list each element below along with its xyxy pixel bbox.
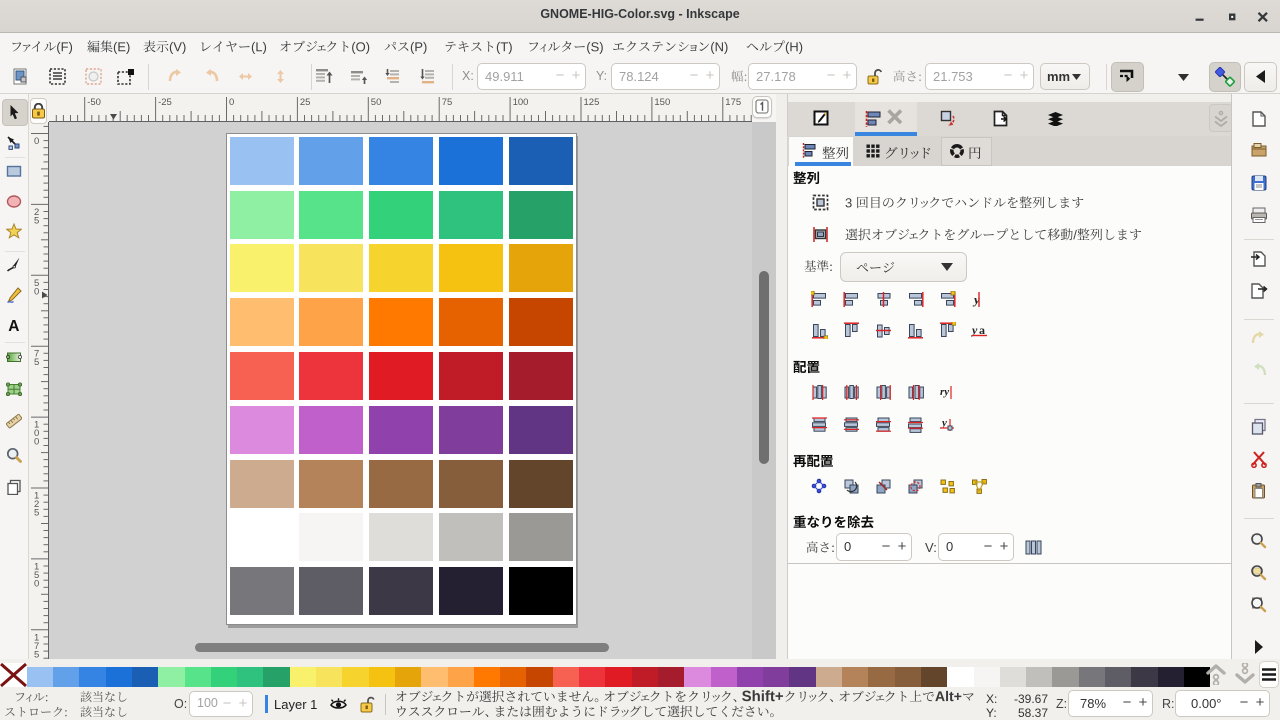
svg-text:25: 25	[300, 97, 311, 108]
svg-text:0: 0	[229, 97, 234, 108]
svg-text:125: 125	[584, 97, 600, 108]
svg-text:5: 5	[34, 215, 39, 226]
svg-text:0: 0	[34, 437, 39, 448]
svg-text:50: 50	[371, 97, 382, 108]
svg-text:5: 5	[34, 357, 39, 368]
svg-text:0: 0	[34, 136, 39, 147]
svg-text:75: 75	[442, 97, 453, 108]
svg-text:5: 5	[34, 649, 39, 659]
svg-text:ry: ry	[940, 386, 949, 398]
svg-text:0: 0	[34, 286, 39, 297]
svg-text:175: 175	[725, 97, 741, 108]
svg-text:y: y	[940, 417, 947, 429]
svg-text:-50: -50	[87, 97, 101, 108]
svg-text:A: A	[8, 318, 19, 333]
svg-text:5: 5	[34, 508, 39, 519]
svg-text:150: 150	[654, 97, 670, 108]
svg-text:-25: -25	[158, 97, 172, 108]
svg-text:0: 0	[34, 578, 39, 589]
svg-text:100: 100	[513, 97, 529, 108]
